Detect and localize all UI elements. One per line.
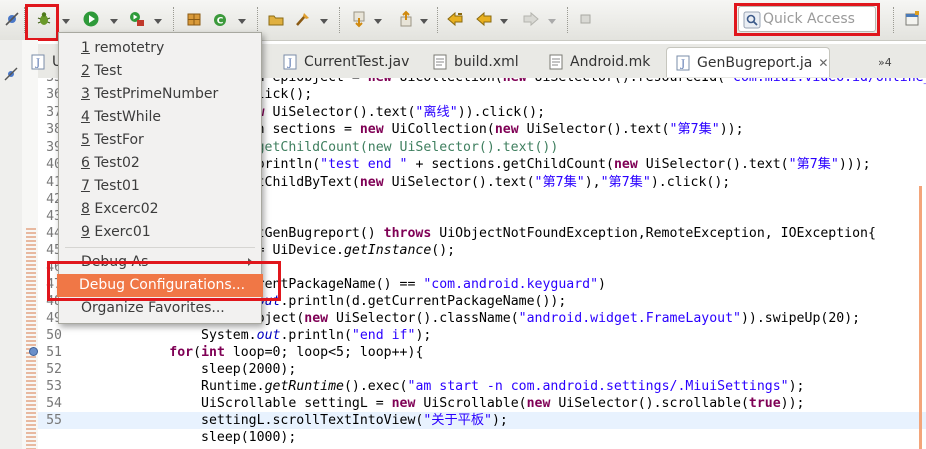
svg-text:J: J <box>287 58 292 69</box>
next-annotation-icon[interactable] <box>350 10 368 28</box>
run-dropdown-arrow-icon[interactable] <box>110 14 118 24</box>
breakpoint-icon[interactable] <box>29 347 38 356</box>
line-number: 50 <box>46 328 62 343</box>
back-icon[interactable] <box>475 10 493 28</box>
new-java-project-icon[interactable] <box>185 10 203 28</box>
left-panel-strip <box>0 40 23 449</box>
toolbar-separator <box>893 7 896 33</box>
menu-item-test[interactable]: 2 Test <box>59 60 261 83</box>
menu-separator <box>65 247 255 248</box>
menu-item-excerc02[interactable]: 8 Excerc02 <box>59 198 261 221</box>
menu-item-testwhile[interactable]: 4 TestWhile <box>59 106 261 129</box>
quick-access-input[interactable] <box>763 9 871 29</box>
menu-item-debug-configurations[interactable]: Debug Configurations... <box>57 274 263 297</box>
debug-history-menu: 1 remotetry 2 Test 3 TestPrimeNumber 4 T… <box>57 32 263 324</box>
tab-label: build.xml <box>454 54 519 70</box>
toolbar-separator <box>173 7 176 33</box>
new-class-icon[interactable]: C <box>211 10 229 28</box>
code-line: 54 UiScrollable settingL = new UiScrolla… <box>38 395 926 412</box>
next-annotation-dropdown-arrow-icon[interactable] <box>374 14 382 24</box>
tab-build-xml[interactable]: build.xml <box>424 47 540 77</box>
line-number: 55 <box>46 413 62 428</box>
skip-breakpoints-icon[interactable] <box>3 10 21 28</box>
code-line-current: 55 settingL.scrollTextIntoView("关于平板"); <box>38 412 926 429</box>
svg-text:J: J <box>35 58 40 69</box>
tab-android-mk[interactable]: Android.mk <box>540 47 664 77</box>
line-number: 51 <box>46 345 62 360</box>
previous-annotation-icon[interactable] <box>397 10 415 28</box>
toolbar-separator <box>339 7 342 33</box>
overview-ruler-marker <box>919 186 922 449</box>
toolbar-separator <box>437 7 440 33</box>
code-line: 51 for(int loop=0; loop<5; loop++){ <box>38 344 926 361</box>
menu-item-test02[interactable]: 6 Test02 <box>59 152 261 175</box>
tab-label: Android.mk <box>570 54 651 70</box>
search-icon <box>743 11 761 29</box>
tab-genbugreport[interactable]: J GenBugreport.ja ✕ <box>666 47 830 77</box>
tab-label: CurrentTest.jav <box>304 54 410 70</box>
line-number: 54 <box>46 396 62 411</box>
text-file-icon <box>549 54 563 70</box>
change-marker <box>26 228 36 449</box>
menu-item-debug-as[interactable]: Debug As <box>59 251 261 274</box>
menu-item-testprimenumber[interactable]: 3 TestPrimeNumber <box>59 83 261 106</box>
debug-icon[interactable] <box>35 10 53 28</box>
menu-item-remotetry[interactable]: 1 remotetry <box>59 37 261 60</box>
svg-text:J: J <box>680 59 685 70</box>
menu-item-testfor[interactable]: 5 TestFor <box>59 129 261 152</box>
previous-annotation-dropdown-arrow-icon[interactable] <box>420 14 428 24</box>
last-edit-location-icon[interactable] <box>446 10 464 28</box>
java-file-icon: J <box>676 55 690 70</box>
toolbar-separator <box>567 7 570 33</box>
forward-icon[interactable] <box>522 10 540 28</box>
back-dropdown-arrow-icon[interactable] <box>500 14 508 24</box>
code-line: sleep(1000); <box>74 430 297 445</box>
java-file-icon: J <box>31 54 45 70</box>
open-type-icon[interactable] <box>267 10 285 28</box>
tab-currenttest[interactable]: J CurrentTest.jav <box>274 47 424 77</box>
external-tools-icon[interactable] <box>128 10 146 28</box>
external-tools-dropdown-arrow-icon[interactable] <box>154 14 162 24</box>
code-line: 50 System.out.println("end if"); <box>38 327 926 344</box>
line-number: 52 <box>46 362 62 377</box>
line-number: 53 <box>46 379 62 394</box>
restore-view-icon[interactable] <box>3 66 19 82</box>
code-line: 53 Runtime.getRuntime().exec("am start -… <box>38 378 926 395</box>
submenu-arrow-icon <box>248 258 253 266</box>
quick-access-field[interactable] <box>738 6 876 32</box>
menu-item-organize-favorites[interactable]: Organize Favorites... <box>59 297 261 320</box>
forward-dropdown-arrow-icon[interactable] <box>548 14 556 24</box>
open-perspective-icon[interactable] <box>903 10 921 28</box>
toolbar-separator <box>257 7 260 33</box>
close-tab-icon[interactable]: ✕ <box>818 56 828 70</box>
java-file-icon: J <box>283 54 297 70</box>
toolbar-separator <box>24 7 27 33</box>
run-icon[interactable] <box>82 10 100 28</box>
xml-file-icon <box>433 54 447 70</box>
code-line: 52 sleep(2000); <box>38 361 926 378</box>
search-icon[interactable] <box>294 10 312 28</box>
tab-overflow-indicator[interactable]: »4 <box>878 56 892 69</box>
menu-item-exerc01[interactable]: 9 Exerc01 <box>59 221 261 244</box>
search-dropdown-arrow-icon[interactable] <box>320 14 328 24</box>
debug-dropdown-arrow-icon[interactable] <box>62 14 70 24</box>
pin-editor-icon[interactable] <box>576 10 594 28</box>
tab-label: GenBugreport.ja <box>697 54 813 71</box>
menu-item-test01[interactable]: 7 Test01 <box>59 175 261 198</box>
new-class-dropdown-arrow-icon[interactable] <box>238 14 246 24</box>
svg-text:C: C <box>217 17 224 27</box>
